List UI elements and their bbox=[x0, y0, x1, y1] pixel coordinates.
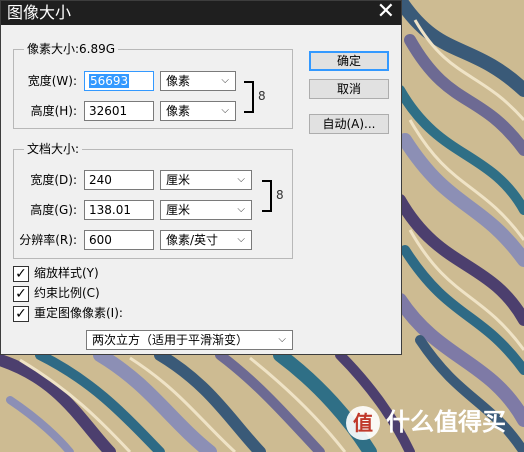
image-size-dialog: 图像大小 ✕ 像素大小:6.89G 宽度(W): 56693 像素 ⌵ 高度(H)… bbox=[0, 0, 402, 355]
watermark-logo: 值 bbox=[346, 406, 380, 440]
pixel-width-input[interactable]: 56693 bbox=[84, 71, 154, 91]
chain-link-icon: 8 bbox=[276, 188, 284, 202]
chevron-down-icon: ⌵ bbox=[221, 75, 229, 86]
doc-height-unit-select[interactable]: 厘米 ⌵ bbox=[160, 200, 252, 220]
title-bar[interactable]: 图像大小 ✕ bbox=[1, 0, 401, 25]
doc-link-bracket bbox=[262, 180, 272, 212]
pixel-width-label: 宽度(W): bbox=[27, 74, 77, 88]
watermark-text: 什么值得买 bbox=[386, 408, 506, 436]
document-size-legend: 文档大小: bbox=[24, 142, 83, 156]
resample-method-select[interactable]: 两次立方（适用于平滑渐变） ⌵ bbox=[86, 330, 293, 350]
chevron-down-icon: ⌵ bbox=[278, 334, 286, 345]
doc-height-unit: 厘米 bbox=[166, 203, 191, 217]
chevron-down-icon: ⌵ bbox=[221, 105, 229, 116]
pixel-width-unit: 像素 bbox=[166, 74, 191, 88]
pixel-width-unit-select[interactable]: 像素 ⌵ bbox=[160, 71, 236, 91]
scale-styles-checkbox[interactable]: ✓ bbox=[13, 266, 29, 282]
doc-width-unit-select[interactable]: 厘米 ⌵ bbox=[160, 170, 252, 190]
doc-width-unit: 厘米 bbox=[166, 173, 191, 187]
pixel-height-unit: 像素 bbox=[166, 104, 191, 118]
chevron-down-icon: ⌵ bbox=[237, 174, 245, 185]
resolution-unit: 像素/英寸 bbox=[166, 233, 219, 247]
pixel-dimensions-legend: 像素大小:6.89G bbox=[24, 42, 119, 56]
constrain-proportions-label: 约束比例(C) bbox=[34, 286, 100, 300]
pixel-height-unit-select[interactable]: 像素 ⌵ bbox=[160, 101, 236, 121]
constrain-proportions-checkbox[interactable]: ✓ bbox=[13, 286, 29, 302]
chevron-down-icon: ⌵ bbox=[237, 234, 245, 245]
dialog-title: 图像大小 bbox=[7, 3, 72, 22]
doc-width-label: 宽度(D): bbox=[30, 173, 77, 187]
pixel-height-input[interactable]: 32601 bbox=[84, 101, 154, 121]
resolution-label: 分辨率(R): bbox=[19, 233, 77, 247]
pixel-link-bracket bbox=[244, 81, 254, 113]
close-icon[interactable]: ✕ bbox=[377, 0, 395, 24]
scale-styles-label: 缩放样式(Y) bbox=[34, 266, 99, 280]
pixel-width-value: 56693 bbox=[89, 74, 130, 88]
chain-link-icon: 8 bbox=[258, 89, 266, 103]
doc-height-label: 高度(G): bbox=[30, 203, 77, 217]
resolution-unit-select[interactable]: 像素/英寸 ⌵ bbox=[160, 230, 252, 250]
ok-button[interactable]: 确定 bbox=[309, 51, 389, 71]
resample-checkbox[interactable]: ✓ bbox=[13, 306, 29, 322]
chevron-down-icon: ⌵ bbox=[237, 204, 245, 215]
doc-width-input[interactable]: 240 bbox=[84, 170, 154, 190]
resolution-input[interactable]: 600 bbox=[84, 230, 154, 250]
resample-method: 两次立方（适用于平滑渐变） bbox=[92, 333, 249, 347]
cancel-button[interactable]: 取消 bbox=[309, 79, 389, 99]
pixel-height-label: 高度(H): bbox=[30, 104, 77, 118]
auto-button[interactable]: 自动(A)... bbox=[309, 114, 389, 134]
resample-label: 重定图像像素(I): bbox=[34, 306, 123, 320]
doc-height-input[interactable]: 138.01 bbox=[84, 200, 154, 220]
